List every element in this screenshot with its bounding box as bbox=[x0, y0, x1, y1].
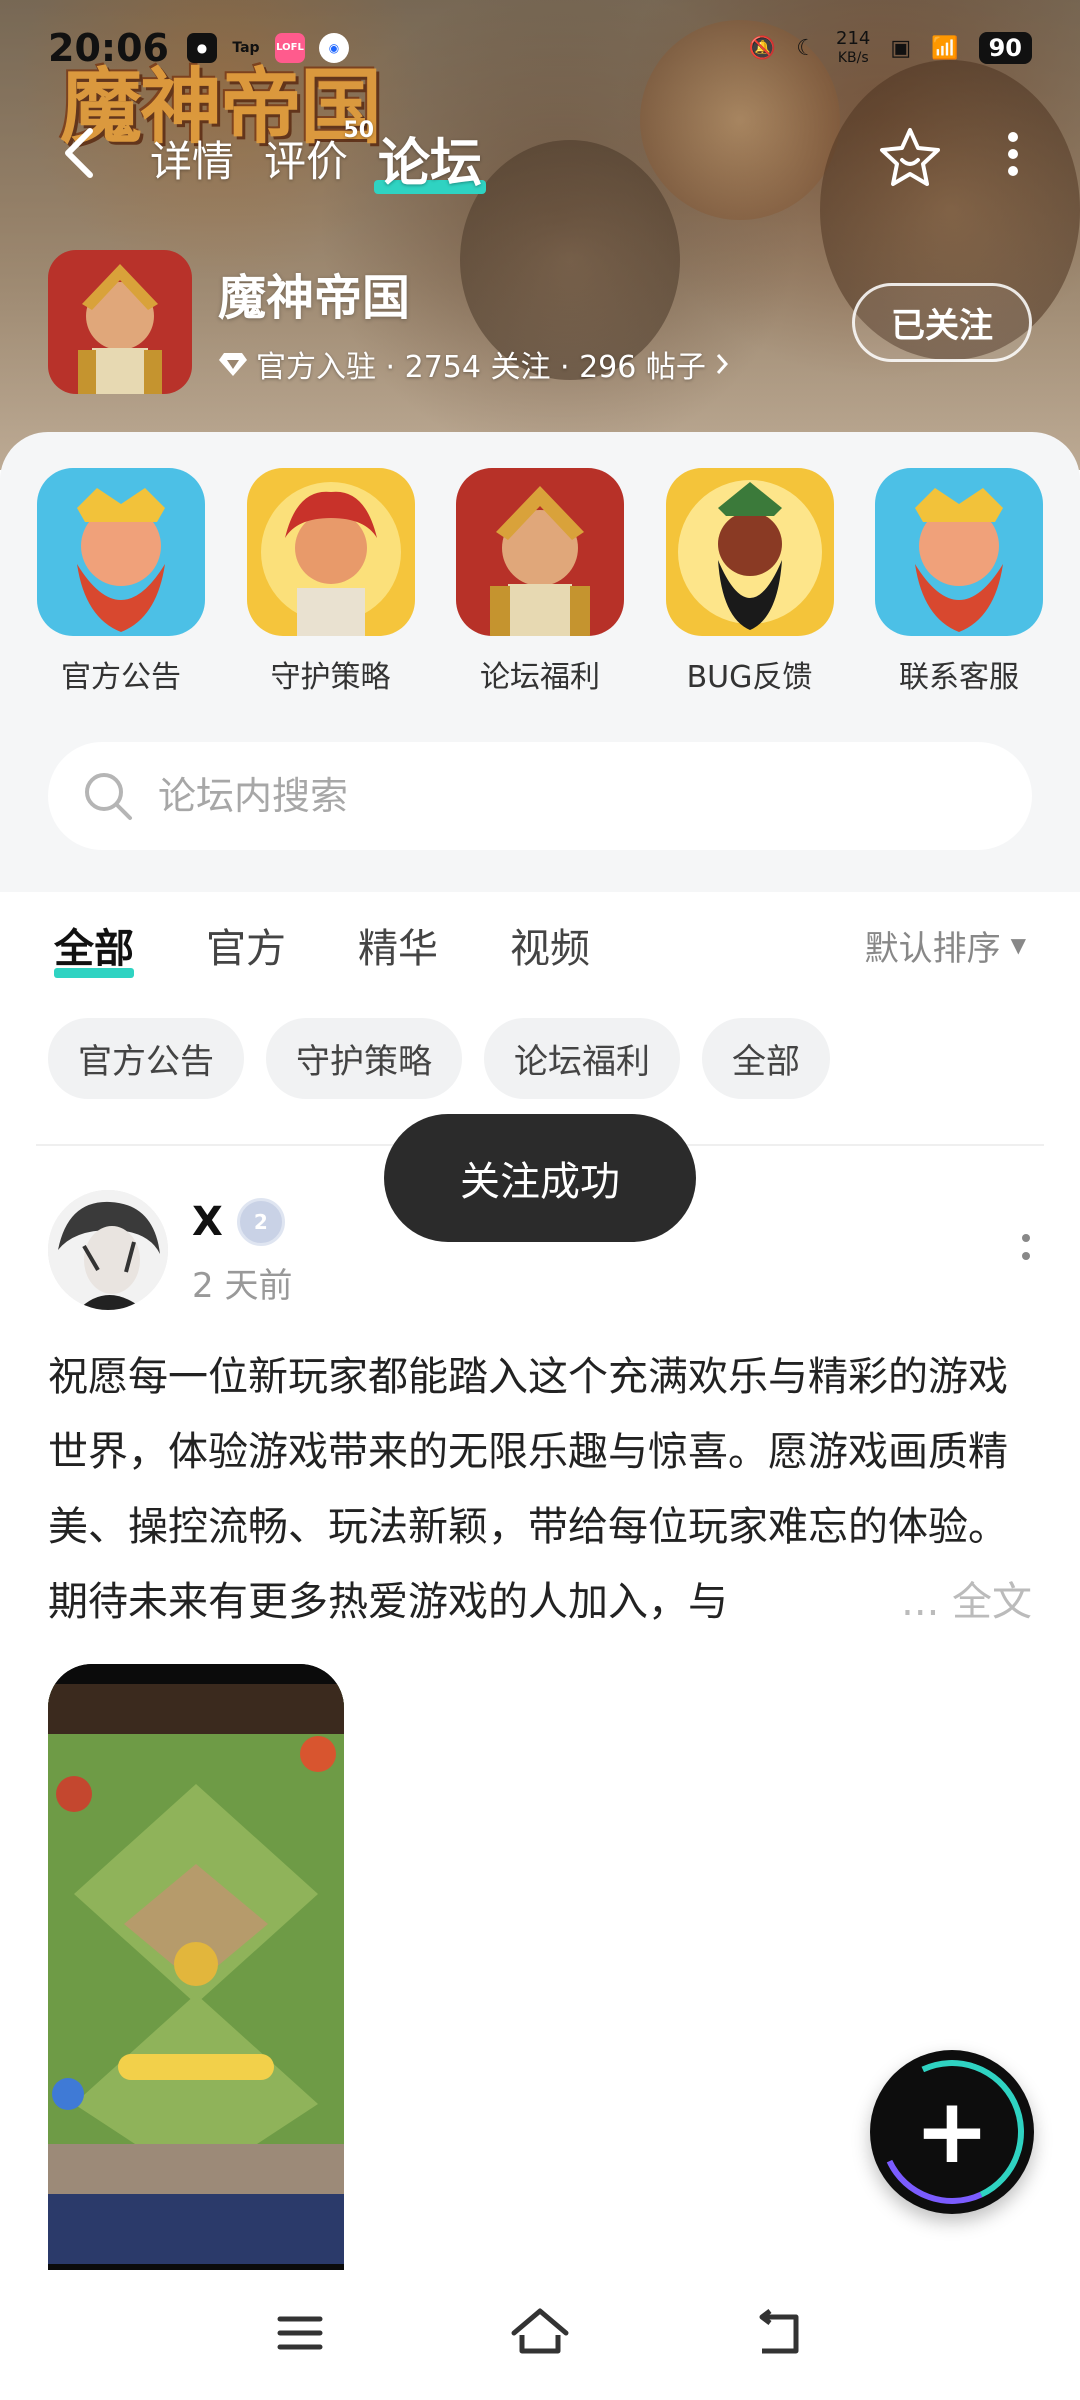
avatar[interactable] bbox=[48, 1190, 168, 1310]
game-header-banner: 魔神帝国 20:06 ● Tap LOFL ◉ 🔕 ☾ 214 KB/s ▣ 📶 … bbox=[0, 0, 1080, 470]
chip-official-announcement[interactable]: 官方公告 bbox=[48, 1018, 244, 1099]
author-name[interactable]: X bbox=[192, 1199, 223, 1245]
game-meta: 魔神帝国 官方入驻 · 2754 关注 · 296 帖子 bbox=[218, 258, 730, 386]
post-text: 祝愿每一位新玩家都能踏入这个充满欢乐与精彩的游戏世界，体验游戏带来的无限乐趣与惊… bbox=[48, 1354, 1008, 1625]
search-input[interactable] bbox=[158, 774, 978, 818]
tab-featured[interactable]: 精华 bbox=[358, 916, 438, 974]
create-post-button[interactable]: + bbox=[870, 2050, 1034, 2214]
back-button[interactable] bbox=[60, 125, 120, 191]
chip-forum-benefits[interactable]: 论坛福利 bbox=[484, 1018, 680, 1099]
dwarf-king-icon bbox=[875, 468, 1043, 636]
wifi-icon: 📶 bbox=[931, 35, 959, 61]
game-stats-text: 官方入驻 · 2754 关注 · 296 帖子 bbox=[256, 350, 706, 385]
nav-actions bbox=[878, 124, 1020, 192]
notification-icons: ● Tap LOFL ◉ bbox=[186, 33, 349, 63]
shortcut-label: 守护策略 bbox=[270, 660, 391, 695]
author-row: X 2 bbox=[192, 1198, 292, 1246]
back-nav-button[interactable] bbox=[748, 2301, 812, 2369]
post-time: 2 天前 bbox=[192, 1266, 293, 1306]
dnd-moon-icon: ☾ bbox=[796, 35, 817, 61]
status-bar: 20:06 ● Tap LOFL ◉ 🔕 ☾ 214 KB/s ▣ 📶 90 bbox=[0, 0, 1080, 96]
reviews-count-badge: 50 bbox=[343, 117, 375, 143]
battery-indicator: 90 bbox=[978, 32, 1032, 64]
status-right-icons: 🔕 ☾ 214 KB/s ▣ 📶 90 bbox=[748, 27, 1032, 67]
more-options-button[interactable] bbox=[1006, 129, 1020, 187]
knight-icon bbox=[456, 468, 624, 636]
shortcut-label: 联系客服 bbox=[899, 660, 1019, 695]
post-body[interactable]: 祝愿每一位新玩家都能踏入这个充满欢乐与精彩的游戏世界，体验游戏带来的无限乐趣与惊… bbox=[48, 1340, 1032, 1640]
sim-icon: ▣ bbox=[890, 35, 912, 61]
forum-search-box[interactable] bbox=[48, 742, 1032, 850]
tab-reviews-label: 评价 bbox=[264, 136, 349, 186]
game-info-row: 魔神帝国 官方入驻 · 2754 关注 · 296 帖子 已关注 bbox=[48, 250, 1032, 394]
network-speed-value: 214 bbox=[836, 27, 871, 49]
menu-icon bbox=[277, 2316, 323, 2350]
taptap-icon: Tap bbox=[232, 40, 260, 56]
more-vertical-icon bbox=[1008, 132, 1018, 176]
game-stats[interactable]: 官方入驻 · 2754 关注 · 296 帖子 bbox=[218, 342, 730, 386]
game-app-icon[interactable] bbox=[48, 250, 192, 394]
post-image[interactable] bbox=[48, 1664, 344, 2276]
lofter-icon: LOFL bbox=[274, 33, 305, 63]
network-speed-unit: KB/s bbox=[837, 49, 869, 66]
chevron-left-icon bbox=[65, 128, 93, 178]
shortcut-defense-strategy[interactable]: 守护策略 bbox=[246, 468, 416, 696]
home-button[interactable] bbox=[508, 2301, 572, 2369]
post-more-button[interactable] bbox=[1020, 1230, 1032, 1273]
tab-all[interactable]: 全部 bbox=[54, 916, 134, 978]
network-speed: 214 KB/s bbox=[836, 27, 871, 67]
shortcut-label: BUG反馈 bbox=[686, 660, 813, 695]
forum-shortcuts: 官方公告 守护策略 论坛福利 BUG反馈 联系客服 bbox=[36, 468, 1044, 696]
toast-message: 关注成功 bbox=[384, 1114, 696, 1242]
back-icon bbox=[759, 2309, 799, 2354]
app-icon: ◉ bbox=[318, 33, 349, 63]
tab-forum[interactable]: 论坛 bbox=[374, 121, 487, 196]
sort-label: 默认排序 bbox=[864, 928, 1001, 969]
warrior-icon bbox=[246, 468, 415, 636]
qq-icon: ● bbox=[186, 33, 217, 63]
shortcut-label: 论坛福利 bbox=[480, 660, 600, 695]
diamond-icon bbox=[219, 353, 247, 376]
system-navigation-bar bbox=[0, 2270, 1080, 2400]
sort-dropdown[interactable]: 默认排序 ▼ bbox=[865, 921, 1026, 970]
shortcut-official-announcement[interactable]: 官方公告 bbox=[36, 468, 206, 696]
chip-defense-strategy[interactable]: 守护策略 bbox=[266, 1018, 462, 1099]
game-name: 魔神帝国 bbox=[218, 270, 411, 326]
follow-button[interactable]: 已关注 bbox=[852, 282, 1032, 362]
knight-icon bbox=[48, 250, 192, 394]
category-chips: 官方公告 守护策略 论坛福利 全部 bbox=[48, 1018, 830, 1099]
forum-top-sheet: 官方公告 守护策略 论坛福利 BUG反馈 联系客服 bbox=[0, 432, 1080, 892]
search-icon bbox=[85, 773, 132, 820]
chevron-right-icon bbox=[716, 354, 728, 374]
shortcut-customer-service[interactable]: 联系客服 bbox=[874, 468, 1044, 696]
feed-filter-tabs: 全部 官方 精华 视频 默认排序 ▼ bbox=[0, 900, 1080, 990]
shortcut-label: 官方公告 bbox=[61, 660, 181, 695]
caret-down-icon: ▼ bbox=[1010, 933, 1026, 957]
chip-all[interactable]: 全部 bbox=[702, 1018, 830, 1099]
read-more-link[interactable]: ... 全文 bbox=[893, 1565, 1032, 1640]
status-time: 20:06 bbox=[48, 26, 169, 70]
plus-icon: + bbox=[914, 2079, 990, 2184]
star-icon bbox=[880, 128, 940, 186]
home-icon bbox=[511, 2308, 569, 2354]
shortcut-bug-report[interactable]: BUG反馈 bbox=[665, 468, 835, 696]
tab-video[interactable]: 视频 bbox=[510, 916, 590, 974]
top-nav: 详情 评价 50 论坛 bbox=[0, 110, 1080, 206]
author-block: X 2 2 天前 bbox=[192, 1190, 292, 1307]
mute-icon: 🔕 bbox=[748, 35, 777, 61]
tab-reviews[interactable]: 评价 50 bbox=[264, 118, 374, 189]
more-vertical-icon bbox=[1022, 1234, 1030, 1260]
level-badge: 2 bbox=[236, 1198, 285, 1246]
favorite-button[interactable] bbox=[878, 124, 942, 192]
tab-official[interactable]: 官方 bbox=[206, 916, 286, 974]
shortcut-forum-benefits[interactable]: 论坛福利 bbox=[455, 468, 625, 696]
recent-apps-button[interactable] bbox=[268, 2301, 332, 2369]
tab-details[interactable]: 详情 bbox=[150, 128, 234, 189]
dwarf-king-icon bbox=[37, 468, 205, 636]
guan-yu-icon bbox=[665, 468, 834, 636]
